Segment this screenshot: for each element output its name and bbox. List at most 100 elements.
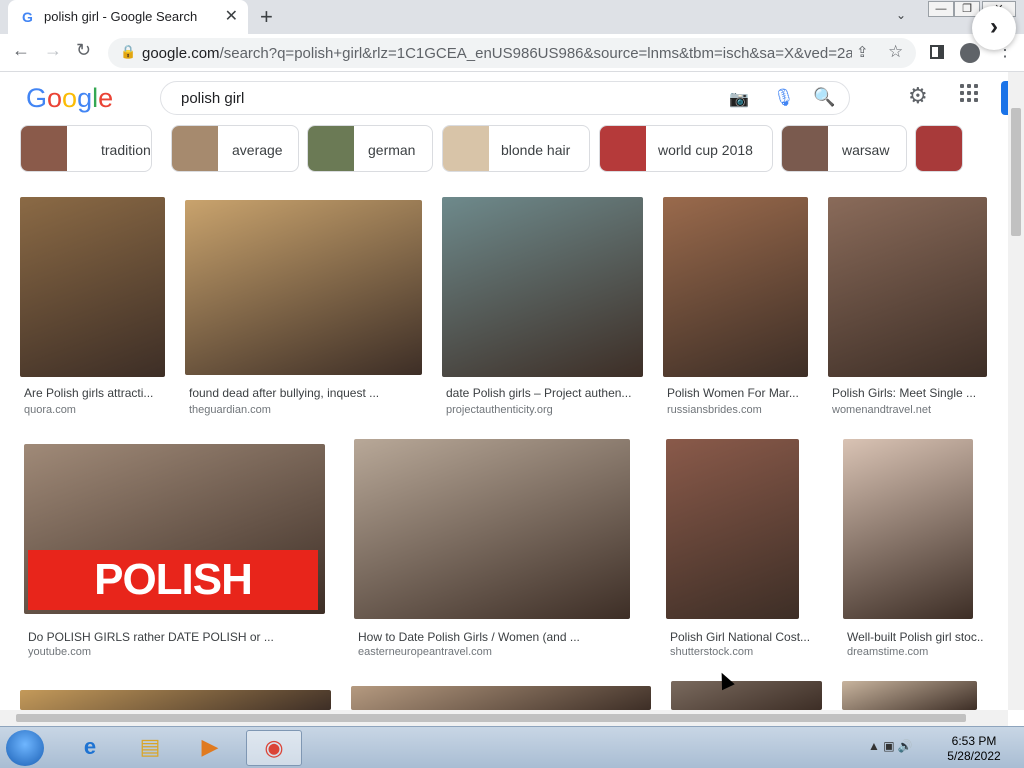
system-tray-icons[interactable]: ▲ ▣ 🔊 — [868, 739, 913, 753]
clock-time[interactable]: 6:53 PM — [942, 734, 1006, 748]
search-box[interactable]: polish girl 📷 🎙 🔍 — [160, 81, 850, 115]
logo-letter: o — [62, 83, 78, 113]
browser-toolbar: ← → ↻ 🔒 google.com/search?q=polish+girl&… — [0, 34, 1024, 72]
apps-dot — [967, 91, 971, 95]
search-chip[interactable]: german — [307, 125, 433, 172]
result-thumbnail[interactable] — [354, 439, 630, 619]
google-apps-icon[interactable] — [960, 84, 978, 102]
result-caption[interactable]: Polish Women For Mar... — [667, 386, 818, 400]
logo-letter: g — [77, 83, 93, 113]
result-caption[interactable]: How to Date Polish Girls / Women (and ..… — [358, 630, 640, 644]
settings-gear-icon[interactable]: ⚙ — [908, 83, 928, 109]
result-thumbnail[interactable] — [842, 681, 977, 710]
windows-taskbar: e ▤ ▶ ◉ ▲ ▣ 🔊 6:53 PM 5/28/2022 — [0, 726, 1024, 768]
related-searches-chips: traditional average german blonde hair world… — [0, 124, 1008, 174]
vertical-scroll-thumb[interactable] — [1011, 108, 1021, 236]
profile-avatar-icon[interactable] — [960, 43, 980, 63]
result-thumbnail[interactable] — [671, 681, 822, 710]
result-thumbnail[interactable] — [666, 439, 799, 619]
chip-thumbnail — [443, 126, 489, 171]
tab-strip: G polish girl - Google Search ✕ + ⌄ — ❐ … — [0, 0, 1024, 34]
url-text[interactable]: google.com/search?q=polish+girl&rlz=1C1G… — [142, 45, 852, 62]
search-chip[interactable] — [915, 125, 963, 172]
result-thumbnail[interactable] — [663, 197, 808, 377]
search-chip[interactable]: world cup 2018 — [599, 125, 773, 172]
result-source[interactable]: russiansbrides.com — [667, 404, 762, 416]
apps-dot — [960, 84, 964, 88]
forward-icon[interactable]: → — [44, 40, 62, 61]
result-caption[interactable]: Are Polish girls attracti... — [24, 386, 175, 400]
chip-thumbnail — [600, 126, 646, 171]
chip-label: world cup 2018 — [658, 142, 753, 158]
search-chip[interactable]: average — [171, 125, 299, 172]
chip-label: blonde hair — [501, 142, 571, 158]
address-bar[interactable]: 🔒 google.com/search?q=polish+girl&rlz=1C… — [108, 38, 916, 68]
new-tab-icon[interactable]: + — [260, 4, 273, 30]
tab-close-icon[interactable]: ✕ — [225, 6, 238, 26]
apps-dot — [974, 91, 978, 95]
result-caption[interactable]: Polish Girls: Meet Single ... — [832, 386, 997, 400]
search-chip[interactable]: traditional — [20, 125, 152, 172]
result-thumbnail[interactable] — [828, 197, 987, 377]
search-icon[interactable]: 🔍 — [813, 87, 835, 108]
logo-letter: o — [47, 83, 63, 113]
taskbar-media-player-icon[interactable]: ▶ — [182, 730, 238, 766]
taskbar-internet-explorer-icon[interactable]: e — [62, 730, 118, 766]
camera-search-icon[interactable]: 📷 — [729, 89, 749, 109]
lock-icon[interactable]: 🔒 — [120, 44, 136, 60]
clock-date[interactable]: 5/28/2022 — [942, 749, 1006, 763]
result-thumbnail[interactable] — [20, 690, 331, 710]
bookmark-star-icon[interactable]: ☆ — [888, 42, 903, 62]
chip-label: average — [232, 142, 283, 158]
result-thumbnail[interactable] — [20, 197, 165, 377]
search-input[interactable]: polish girl — [181, 90, 244, 107]
result-caption[interactable]: found dead after bullying, inquest ... — [189, 386, 432, 400]
chip-thumbnail — [172, 126, 218, 171]
horizontal-scrollbar[interactable] — [0, 710, 1008, 726]
url-host: google.com — [142, 45, 220, 62]
google-logo[interactable]: Google — [26, 83, 113, 114]
voice-search-icon[interactable]: 🎙 — [773, 88, 795, 108]
browser-tab[interactable]: G polish girl - Google Search ✕ — [8, 0, 248, 34]
taskbar-file-explorer-icon[interactable]: ▤ — [122, 730, 178, 766]
result-thumbnail[interactable] — [442, 197, 643, 377]
result-caption[interactable]: Well-built Polish girl stoc... — [847, 630, 983, 644]
back-icon[interactable]: ← — [12, 40, 30, 61]
reload-icon[interactable]: ↻ — [76, 40, 91, 61]
start-button[interactable] — [6, 730, 44, 766]
vertical-scrollbar[interactable] — [1008, 72, 1024, 710]
chip-thumbnail — [308, 126, 354, 171]
result-caption[interactable]: date Polish girls – Project authen... — [446, 386, 653, 400]
chip-thumbnail — [21, 126, 67, 171]
result-thumbnail[interactable]: POLISH GIRLS — [24, 444, 325, 614]
share-icon[interactable]: ⇪ — [856, 43, 869, 61]
logo-letter: e — [98, 83, 114, 113]
result-source[interactable]: dreamstime.com — [847, 646, 928, 658]
chip-thumbnail — [916, 126, 962, 171]
result-source[interactable]: shutterstock.com — [670, 646, 753, 658]
chip-label: traditional — [101, 142, 151, 158]
side-panel-icon[interactable] — [930, 45, 944, 59]
search-chip[interactable]: blonde hair — [442, 125, 590, 172]
chip-label: german — [368, 142, 416, 158]
result-source[interactable]: womenandtravel.net — [832, 404, 931, 416]
result-source[interactable]: theguardian.com — [189, 404, 271, 416]
chips-next-chevron-icon[interactable]: › — [972, 6, 1016, 50]
horizontal-scroll-thumb[interactable] — [16, 714, 966, 722]
url-path: /search?q=polish+girl&rlz=1C1GCEA_enUS98… — [219, 45, 852, 62]
result-source[interactable]: easterneuropeantravel.com — [358, 646, 492, 658]
result-caption[interactable]: Polish Girl National Cost... — [670, 630, 809, 644]
result-source[interactable]: quora.com — [24, 404, 76, 416]
thumbnail-overlay-text: POLISH GIRLS — [28, 550, 318, 610]
taskbar-chrome-icon[interactable]: ◉ — [246, 730, 302, 766]
result-caption[interactable]: Do POLISH GIRLS rather DATE POLISH or ..… — [28, 630, 335, 644]
search-chip[interactable]: warsaw — [781, 125, 907, 172]
result-source[interactable]: projectauthenticity.org — [446, 404, 553, 416]
result-thumbnail[interactable] — [843, 439, 973, 619]
google-favicon-icon: G — [22, 9, 33, 25]
result-source[interactable]: youtube.com — [28, 646, 91, 658]
tab-search-icon[interactable]: ⌄ — [896, 8, 906, 22]
minimize-button[interactable]: — — [928, 1, 954, 17]
result-thumbnail[interactable] — [351, 686, 651, 710]
result-thumbnail[interactable] — [185, 200, 422, 375]
